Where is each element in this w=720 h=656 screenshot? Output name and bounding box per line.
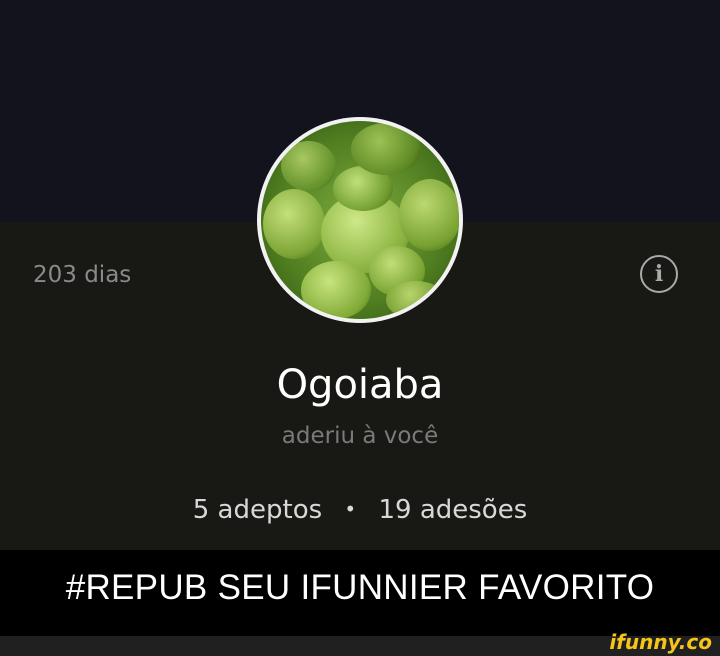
followers-count[interactable]: 5 adeptos bbox=[193, 495, 322, 525]
separator-dot: • bbox=[344, 497, 357, 521]
avatar[interactable] bbox=[257, 117, 463, 323]
profile-stats: 5 adeptos • 19 adesões bbox=[0, 495, 720, 525]
ifunny-watermark: ifunny.co bbox=[609, 630, 712, 654]
days-counter: 203 dias bbox=[33, 262, 132, 288]
guava-photo bbox=[261, 121, 459, 319]
profile-name: Ogoiaba bbox=[276, 362, 444, 408]
caption-text: #REPUB SEU IFUNNIER FAVORITO bbox=[65, 568, 655, 607]
subscriptions-count[interactable]: 19 adesões bbox=[378, 495, 527, 525]
profile-subtitle: aderiu à você bbox=[281, 423, 439, 449]
info-icon[interactable]: i bbox=[640, 255, 678, 293]
